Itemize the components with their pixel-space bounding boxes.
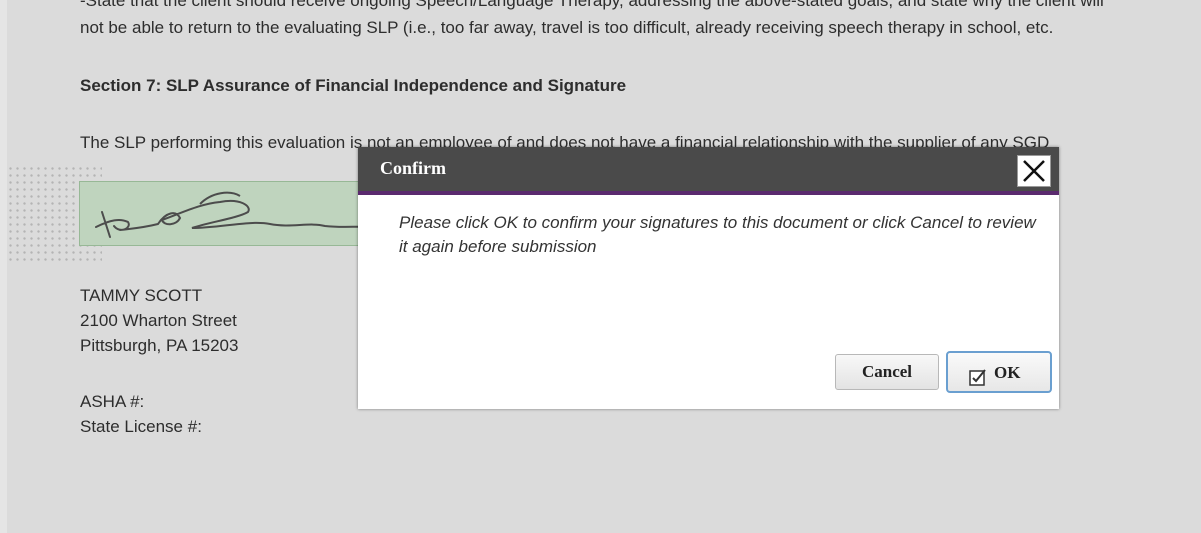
- ok-button[interactable]: OK: [946, 351, 1052, 393]
- check-document-icon: [968, 362, 988, 402]
- close-button[interactable]: [1017, 155, 1051, 187]
- dialog-header: Confirm: [358, 147, 1059, 195]
- dialog-title: Confirm: [380, 158, 446, 178]
- ok-label: OK: [994, 363, 1021, 382]
- page: -State that the client should receive on…: [0, 0, 1201, 533]
- close-icon: [1023, 160, 1045, 182]
- dialog-message: Please click OK to confirm your signatur…: [399, 213, 1036, 256]
- confirm-dialog: Confirm Please click OK to confirm your …: [358, 147, 1059, 409]
- cancel-button[interactable]: Cancel: [835, 354, 939, 390]
